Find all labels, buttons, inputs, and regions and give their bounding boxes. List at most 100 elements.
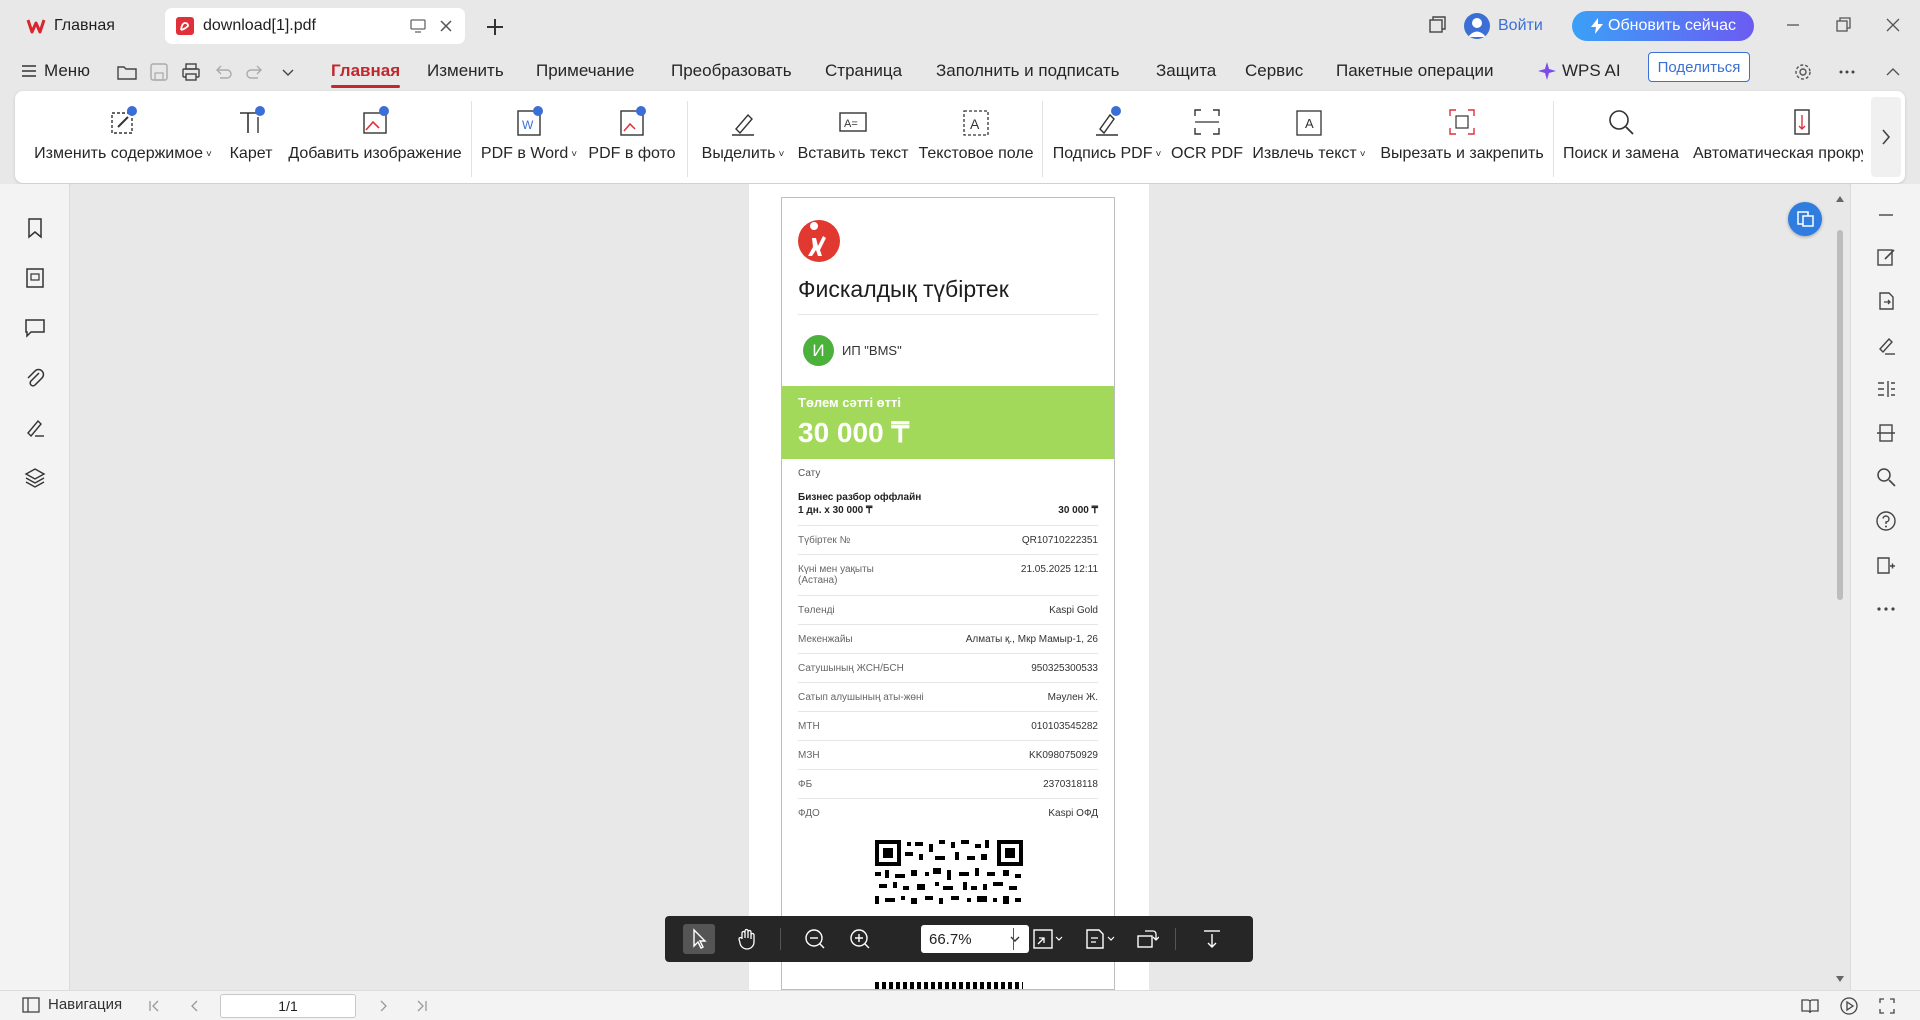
reading-mode-icon[interactable] (1800, 997, 1820, 1015)
extract-text-button[interactable]: A Извлечь текст ˅ (1252, 105, 1366, 175)
edit-document-icon[interactable] (1875, 246, 1897, 268)
tab-service[interactable]: Сервис (1245, 52, 1303, 90)
close-window-icon[interactable] (1882, 14, 1904, 36)
auto-scroll-down-icon[interactable] (1200, 927, 1224, 951)
wps-ai-button[interactable]: WPS AI (1538, 52, 1621, 90)
collapse-ribbon-icon[interactable] (1882, 61, 1904, 83)
find-replace-label: Поиск и замена (1562, 145, 1680, 162)
tab-batch[interactable]: Пакетные операции (1336, 52, 1494, 90)
save-icon[interactable] (148, 61, 170, 83)
extract-text-label: Извлечь текст (1252, 145, 1357, 162)
page-scan-icon[interactable] (1875, 422, 1897, 444)
read-mode-icon[interactable] (1875, 554, 1897, 576)
compare-columns-icon[interactable] (1875, 378, 1897, 400)
open-folder-icon[interactable] (116, 61, 138, 83)
insert-text-button[interactable]: A= Вставить текст (798, 105, 908, 175)
highlighter-icon (726, 105, 760, 139)
page-view-icon[interactable] (1083, 927, 1117, 951)
auto-scroll-button[interactable]: Автоматическая прокрут (1693, 105, 1863, 175)
sign-pdf-button[interactable]: Подпись PDF ˅ (1053, 105, 1162, 175)
tab-document[interactable]: download[1].pdf (165, 8, 465, 44)
more-tools-icon[interactable] (1875, 598, 1897, 620)
thumbnail-icon[interactable] (23, 266, 47, 290)
close-tab-icon[interactable] (437, 17, 455, 35)
attachment-icon[interactable] (23, 366, 47, 390)
help-icon[interactable] (1875, 510, 1897, 532)
row-label: Күні мен уақыты (798, 564, 874, 575)
highlight-button[interactable]: Выделить ˅ (700, 105, 786, 175)
tab-fill-sign[interactable]: Заполнить и подписать (936, 52, 1120, 90)
hand-tool-icon[interactable] (735, 927, 759, 951)
add-image-icon (358, 105, 392, 139)
ocr-pdf-button[interactable]: OCR PDF (1171, 105, 1243, 175)
add-image-button[interactable]: Добавить изображение (288, 105, 462, 175)
page-number-input[interactable]: 1/1 (220, 994, 356, 1018)
menu-button[interactable]: Меню (22, 52, 90, 90)
layers-icon[interactable] (23, 466, 47, 490)
tab-annotation[interactable]: Примечание (536, 52, 634, 90)
tab-edit[interactable]: Изменить (427, 52, 504, 90)
dropdown-caret-icon: ˅ (1155, 148, 1162, 160)
play-slideshow-icon[interactable] (1840, 997, 1858, 1015)
first-page-icon[interactable] (146, 997, 164, 1015)
previous-page-icon[interactable] (186, 997, 204, 1015)
minimize-icon[interactable] (1782, 14, 1804, 36)
next-page-icon[interactable] (374, 997, 392, 1015)
find-replace-button[interactable]: Поиск и замена (1562, 105, 1680, 175)
caret-label: Карет (229, 145, 273, 162)
window-restore-icon[interactable] (1426, 14, 1448, 36)
edit-content-button[interactable]: Изменить содержимое ˅ (34, 105, 212, 175)
edit-content-label: Изменить содержимое (34, 145, 204, 162)
zoom-out-icon[interactable] (803, 927, 827, 951)
tab-page[interactable]: Страница (825, 52, 902, 90)
divider (798, 769, 1098, 770)
status-bar: Навигация 1/1 (0, 990, 1920, 1020)
share-button[interactable]: Поделиться (1648, 52, 1750, 82)
ribbon-scroll-right-icon[interactable] (1871, 97, 1901, 177)
monitor-icon[interactable] (409, 17, 427, 35)
quick-access-dropdown-icon[interactable] (277, 61, 299, 83)
zoom-in-icon[interactable] (848, 927, 872, 951)
comment-icon[interactable] (23, 316, 47, 340)
convert-document-icon[interactable] (1875, 290, 1897, 312)
tab-protection[interactable]: Защита (1156, 52, 1216, 90)
more-options-icon[interactable] (1836, 61, 1858, 83)
maximize-icon[interactable] (1832, 14, 1854, 36)
select-cursor-icon[interactable] (683, 924, 715, 954)
login-button[interactable]: Войти (1464, 10, 1543, 42)
tab-home[interactable]: Главная (12, 8, 160, 44)
sign-pen-icon[interactable] (1875, 334, 1897, 356)
ai-assistant-floating-icon[interactable] (1788, 202, 1822, 236)
collapse-panel-icon[interactable] (1875, 204, 1897, 226)
wps-ai-label: WPS AI (1562, 61, 1621, 80)
fit-page-icon[interactable] (1031, 927, 1065, 951)
fullscreen-icon[interactable] (1878, 997, 1896, 1015)
new-tab-icon[interactable] (482, 14, 508, 40)
bookmark-icon[interactable] (23, 216, 47, 240)
caret-button[interactable]: Карет (225, 105, 277, 175)
tab-convert[interactable]: Преобразовать (671, 52, 792, 90)
update-now-button[interactable]: Обновить сейчас (1572, 11, 1754, 41)
pdf-to-photo-button[interactable]: PDF в фото (588, 105, 676, 175)
text-field-button[interactable]: A Текстовое поле (919, 105, 1034, 175)
print-icon[interactable] (180, 61, 202, 83)
menu-label: Меню (44, 61, 90, 80)
ribbon-separator (1042, 101, 1043, 177)
search-document-icon[interactable] (1875, 466, 1897, 488)
pdf-to-word-button[interactable]: W PDF в Word ˅ (481, 105, 577, 175)
navigation-toggle[interactable]: Навигация (22, 996, 122, 1013)
redo-icon[interactable] (244, 61, 266, 83)
pdf-to-word-icon: W (512, 105, 546, 139)
cut-pin-button[interactable]: Вырезать и закрепить (1380, 105, 1544, 175)
last-page-icon[interactable] (412, 997, 430, 1015)
vertical-scrollbar[interactable] (1831, 184, 1849, 990)
divider (798, 798, 1098, 799)
receipt-row: Күні мен уақыты (Астана) 21.05.2025 12:1… (798, 564, 1098, 586)
signature-icon[interactable] (23, 416, 47, 440)
rotate-page-icon[interactable] (1135, 927, 1159, 951)
settings-icon[interactable] (1792, 61, 1814, 83)
undo-icon[interactable] (212, 61, 234, 83)
row-label: Мекенжайы (798, 634, 853, 645)
tab-home-ribbon[interactable]: Главная (331, 52, 401, 90)
dropdown-caret-icon: ˅ (1359, 148, 1366, 160)
